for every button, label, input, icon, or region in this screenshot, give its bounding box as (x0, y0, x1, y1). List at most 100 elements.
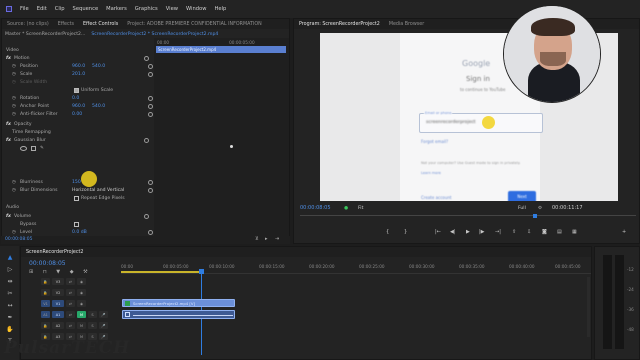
menu-edit[interactable]: Edit (37, 6, 47, 12)
effect-controls-timecode[interactable]: 00:00:08:05 (5, 237, 32, 242)
timeline-ruler[interactable]: 00:00 00:00:05:00 00:00:10:00 00:00:15:0… (121, 260, 591, 274)
hand-tool-icon[interactable]: ✋ (6, 326, 14, 334)
stopwatch-icon[interactable]: ◷ (12, 104, 20, 109)
track-label[interactable]: A2 (52, 322, 64, 329)
step-back-button[interactable]: ◀| (450, 229, 456, 235)
sequence-clip-label[interactable]: ScreenRecorderProject2 * ScreenRecorderP… (91, 32, 218, 37)
reset-icon[interactable] (144, 213, 149, 219)
go-to-out-button[interactable]: →| (495, 229, 501, 235)
anchor-y-value[interactable]: 540.0 (92, 104, 105, 109)
fit-dropdown[interactable]: Fit (358, 206, 518, 211)
mic-icon[interactable]: 🎤 (99, 311, 108, 318)
reset-icon[interactable] (148, 229, 153, 235)
blurriness-value[interactable]: 150 (72, 180, 81, 185)
position-y-value[interactable]: 540.0 (92, 64, 105, 69)
source-patch-a1[interactable]: A1 (41, 311, 50, 318)
anchor-point-row[interactable]: ◷ Anchor Point 960.0 540.0 (12, 102, 154, 110)
play-audio-icon[interactable]: ▸ (265, 236, 268, 242)
anti-flicker-row[interactable]: ◷ Anti-flicker Filter 0.00 (12, 110, 154, 118)
solo-button[interactable]: S (88, 311, 97, 318)
learn-more-link[interactable]: Learn more (421, 171, 441, 175)
extract-icon[interactable]: ⇩ (527, 229, 531, 235)
repeat-edge-checkbox[interactable] (74, 195, 79, 201)
timeline-timecode[interactable]: 00:00:08:05 (29, 260, 66, 267)
mute-button[interactable]: M (77, 322, 86, 329)
source-patch-v1[interactable]: V1 (41, 300, 50, 307)
stopwatch-icon[interactable]: ◷ (12, 180, 20, 185)
sync-icon[interactable]: ⇄ (66, 322, 75, 329)
position-x-value[interactable]: 960.0 (72, 64, 92, 69)
forgot-email-link[interactable]: Forgot email? (421, 139, 448, 144)
track-select-tool-icon[interactable]: ▷ (6, 266, 14, 274)
reset-icon[interactable] (144, 137, 149, 143)
menu-window[interactable]: Window (186, 6, 206, 12)
menu-view[interactable]: View (166, 6, 178, 12)
uniform-scale-checkbox[interactable] (74, 87, 79, 93)
eye-icon[interactable]: ◉ (77, 278, 86, 285)
pen-tool-icon[interactable]: ✒ (6, 314, 14, 322)
menu-graphics[interactable]: Graphics (135, 6, 158, 12)
mute-button[interactable]: M (77, 311, 86, 318)
rotation-row[interactable]: ◷ Rotation 0.0 (12, 94, 154, 102)
reset-icon[interactable] (148, 95, 153, 101)
play-button[interactable]: ▶ (466, 229, 470, 235)
mini-clip-bar[interactable]: ScreenRecorderProject2.mp4 (156, 46, 286, 53)
menu-help[interactable]: Help (214, 6, 226, 12)
rectangle-mask-icon[interactable] (31, 145, 36, 151)
lock-icon[interactable]: 🔒 (41, 289, 50, 296)
anchor-x-value[interactable]: 960.0 (72, 104, 92, 109)
eye-icon[interactable]: ◉ (77, 300, 86, 307)
timeline-tool-icons[interactable]: ⊞ ⊓ ▼ ◆ ⚒ (29, 269, 92, 275)
tab-effect-controls[interactable]: Effect Controls (83, 22, 118, 27)
position-row[interactable]: ◷ Position 960.0 540.0 (12, 62, 154, 70)
selection-tool-icon[interactable]: ▲ (6, 254, 14, 262)
repeat-edge-row[interactable]: Repeat Edge Pixels (74, 194, 125, 202)
reset-icon[interactable] (148, 103, 153, 109)
reset-icon[interactable] (148, 71, 153, 77)
slip-tool-icon[interactable]: ↔ (6, 302, 14, 310)
scale-value[interactable]: 201.0 (72, 72, 85, 77)
reset-icon[interactable] (148, 111, 153, 117)
settings-icon[interactable]: ⚙ (538, 206, 552, 211)
tab-media-browser[interactable]: Media Browser (389, 22, 424, 27)
marker-icon[interactable]: ● (344, 206, 358, 211)
pen-mask-icon[interactable]: ✎ (40, 146, 44, 151)
sync-icon[interactable]: ⇄ (66, 311, 75, 318)
menu-clip[interactable]: Clip (55, 6, 65, 12)
bypass-row[interactable]: Bypass (20, 220, 154, 228)
track-label[interactable]: V1 (52, 300, 64, 307)
eye-icon[interactable]: ◉ (77, 289, 86, 296)
filter-icon[interactable]: ⊻ (255, 236, 259, 242)
menu-file[interactable]: File (20, 6, 29, 12)
mark-in-button[interactable]: { (386, 229, 389, 235)
level-value[interactable]: 0.0 dB (72, 230, 87, 235)
multi-camera-icon[interactable]: ▦ (572, 229, 577, 235)
track-header-a2[interactable]: 🔒 A2 ⇄ M S 🎤 (41, 321, 110, 330)
reset-icon[interactable] (144, 55, 149, 61)
motion-row[interactable]: fx Motion (6, 54, 154, 62)
sync-icon[interactable]: ⇄ (66, 300, 75, 307)
master-clip-label[interactable]: Master * ScreenRecorderProject2... (5, 32, 85, 37)
lift-icon[interactable]: ⇪ (512, 229, 516, 235)
email-field[interactable]: Email or phone screenrecorderproject (419, 111, 543, 133)
time-remapping-row[interactable]: Time Remapping (12, 128, 51, 136)
track-header-v1[interactable]: V1 V1 ⇄ ◉ (41, 299, 88, 308)
stopwatch-icon[interactable]: ◷ (12, 230, 20, 235)
track-header-v3[interactable]: 🔒 V3 ⇄ ◉ (41, 277, 88, 286)
go-to-in-button[interactable]: |← (435, 229, 441, 235)
stopwatch-icon[interactable]: ◷ (12, 188, 20, 193)
stopwatch-icon[interactable]: ◷ (12, 112, 20, 117)
mic-icon[interactable]: 🎤 (99, 322, 108, 329)
program-playhead[interactable] (533, 214, 537, 218)
menu-markers[interactable]: Markers (106, 6, 127, 12)
lock-icon[interactable]: 🔒 (41, 322, 50, 329)
reset-icon[interactable] (148, 179, 153, 185)
sync-icon[interactable]: ⇄ (66, 289, 75, 296)
program-timecode[interactable]: 00:00:08:05 (300, 205, 344, 211)
vertical-scrollbar[interactable] (587, 277, 590, 337)
volume-row[interactable]: fx Volume (6, 212, 154, 220)
video-clip[interactable]: ScreenRecorderProject2.mp4 [V] (122, 299, 235, 307)
tab-program[interactable]: Program: ScreenRecorderProject2 (299, 22, 380, 27)
tab-sequence[interactable]: ScreenRecorderProject2 (26, 250, 83, 255)
audio-clip[interactable] (122, 310, 235, 319)
